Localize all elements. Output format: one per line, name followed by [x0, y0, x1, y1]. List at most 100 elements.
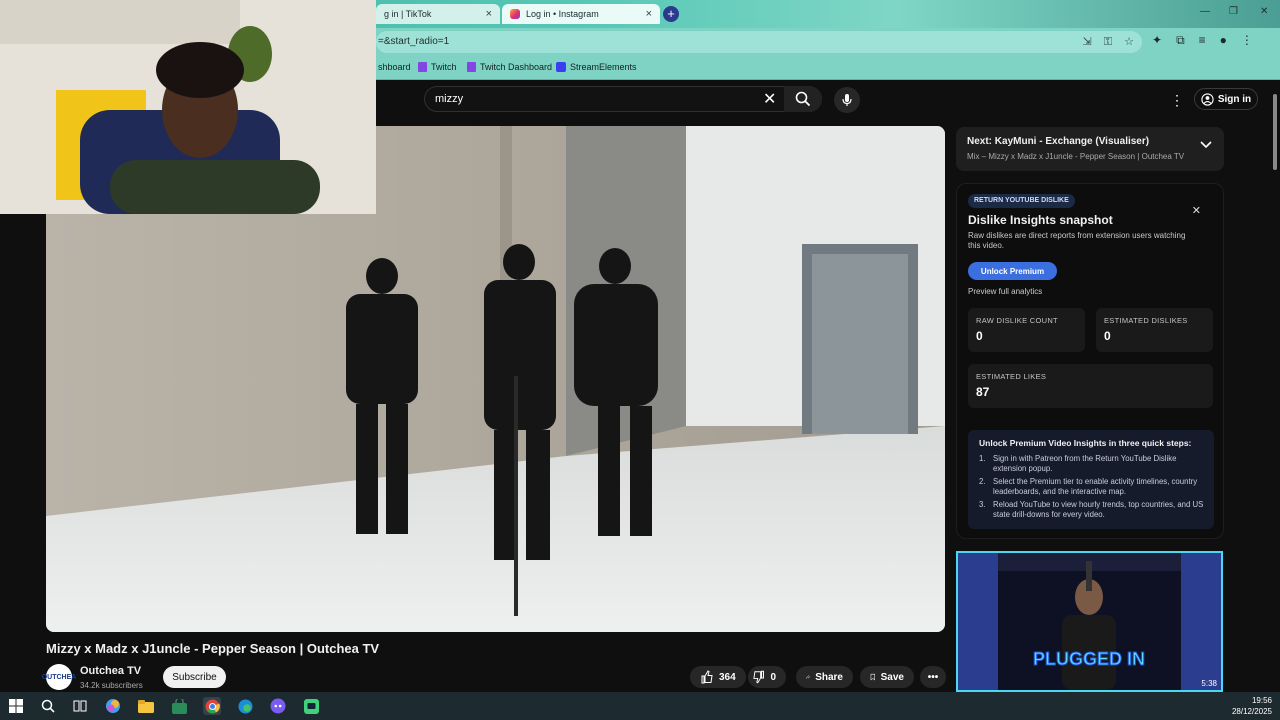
close-icon[interactable]: ×	[486, 8, 492, 20]
save-button[interactable]: Save	[860, 666, 914, 688]
step-text: Sign in with Patreon from the Return You…	[993, 454, 1177, 473]
password-key-icon[interactable]: ⚿	[1104, 31, 1112, 53]
video-duration: 5:38	[1201, 679, 1217, 688]
unlock-premium-button[interactable]: Unlock Premium	[968, 262, 1057, 280]
file-explorer-icon[interactable]	[137, 697, 155, 715]
scrollbar-thumb[interactable]	[1273, 94, 1277, 170]
more-horizontal-icon: •••	[927, 671, 939, 683]
step-text: Select the Premium tier to enable activi…	[993, 477, 1198, 496]
url-field[interactable]: =&start_radio=1 ⇲ ⚿ ☆	[376, 31, 1142, 53]
close-icon[interactable]: ×	[646, 8, 652, 20]
account-icon	[1201, 92, 1214, 106]
panel-description: Raw dislikes are direct reports from ext…	[968, 231, 1186, 250]
steps-list: 1. Sign in with Patreon from the Return Y…	[979, 454, 1205, 523]
like-count: 364	[719, 671, 736, 683]
minimize-icon[interactable]: —	[1200, 6, 1210, 17]
list-item: 1. Sign in with Patreon from the Return Y…	[979, 454, 1177, 473]
tab-label: g in | TikTok	[384, 9, 432, 19]
webcam-overlay	[0, 0, 376, 214]
extension-sparkle-icon[interactable]: ✦	[1152, 33, 1162, 48]
thumbs-down-icon	[753, 670, 764, 684]
sign-in-button[interactable]: Sign in	[1194, 88, 1258, 110]
channel-subscribers: 34.2k subscribers	[80, 681, 143, 690]
task-view-icon[interactable]	[71, 697, 89, 715]
steps-title: Unlock Premium Video Insights in three q…	[979, 438, 1192, 448]
search-icon	[795, 91, 811, 107]
install-icon[interactable]: ⇲	[1083, 31, 1092, 53]
bookmark-dashboard[interactable]: shboard	[378, 62, 411, 72]
thumbs-up-icon	[701, 670, 713, 684]
stat-estimated-dislikes: ESTIMATED DISLIKES 0	[1096, 308, 1213, 352]
dislike-count: 0	[770, 671, 776, 683]
media-queue-icon[interactable]: ≡	[1199, 33, 1206, 48]
search-input[interactable]: mizzy ✕	[424, 86, 822, 112]
share-icon	[806, 675, 811, 679]
bookmark-twitch-dashboard[interactable]: Twitch Dashboard	[467, 62, 552, 72]
twitch-icon	[418, 62, 427, 72]
list-item: 2. Select the Premium tier to enable acti…	[979, 477, 1198, 496]
screen: g in | TikTok × Log in • Instagram × + —…	[0, 0, 1280, 720]
dislike-button[interactable]: 0	[748, 666, 786, 688]
channel-name[interactable]: Outchea TV	[80, 665, 141, 677]
close-window-icon[interactable]: ✕	[1260, 6, 1268, 17]
bookmark-twitch[interactable]: Twitch	[418, 62, 457, 72]
bookmark-label: Twitch Dashboard	[480, 62, 553, 72]
streamer-webcam-image	[0, 0, 376, 214]
stat-value: 0	[976, 329, 983, 343]
page-scrollbar[interactable]	[1270, 80, 1280, 692]
premium-steps-box: Unlock Premium Video Insights in three q…	[968, 430, 1214, 529]
stat-value: 87	[976, 385, 990, 399]
voice-search-button[interactable]	[834, 87, 860, 113]
profile-icon[interactable]: ●	[1220, 33, 1227, 48]
stat-estimated-likes: ESTIMATED LIKES 87	[968, 364, 1213, 408]
channel-avatar[interactable]: OUTCHEA	[42, 664, 76, 690]
clock-date: 28/12/2025	[1231, 707, 1272, 716]
chrome-icon[interactable]	[203, 697, 221, 715]
new-tab-button[interactable]: +	[663, 6, 679, 22]
browser-menu-icon[interactable]: ⋮	[1241, 33, 1253, 48]
bookmark-label: Twitch	[431, 62, 457, 72]
twitch-icon	[467, 62, 476, 72]
edge-icon[interactable]	[236, 697, 254, 715]
store-icon[interactable]	[170, 697, 188, 715]
stat-label: ESTIMATED LIKES	[976, 372, 1047, 381]
step-text: Reload YouTube to view hourly trends, to…	[993, 500, 1204, 519]
windows-start-icon[interactable]	[7, 697, 25, 715]
bookmark-star-icon[interactable]: ☆	[1124, 31, 1134, 53]
tab-tiktok[interactable]: g in | TikTok ×	[376, 4, 500, 24]
copilot-icon[interactable]	[104, 697, 122, 715]
bookmark-streamelements[interactable]: StreamElements	[556, 62, 637, 72]
preview-analytics-link[interactable]: Preview full analytics	[968, 287, 1042, 296]
tab-instagram[interactable]: Log in • Instagram ×	[502, 4, 660, 24]
thumbnail-overlay-text: PLUGGED IN	[1033, 649, 1145, 669]
search-value: mizzy	[435, 93, 464, 105]
avatar-text: OUTCHEA	[41, 673, 77, 681]
next-title: Next: KayMuni - Exchange (Visualiser)	[967, 136, 1150, 147]
clear-search-icon[interactable]: ✕	[763, 89, 776, 109]
system-clock[interactable]: 19:56 28/12/2025	[1232, 695, 1272, 717]
discord-app-icon[interactable]	[269, 697, 287, 715]
search-button[interactable]	[784, 86, 822, 112]
more-actions-button[interactable]: •••	[920, 666, 946, 688]
close-icon[interactable]: ✕	[1192, 204, 1201, 217]
ryd-insights-panel: RETURN YOUTUBE DISLIKE ✕ Dislike Insight…	[956, 183, 1224, 539]
chevron-down-icon[interactable]	[1200, 141, 1212, 149]
share-button[interactable]: Share	[796, 666, 853, 688]
share-label: Share	[815, 671, 843, 683]
maximize-icon[interactable]: ❐	[1229, 6, 1238, 17]
taskbar-search-icon[interactable]	[39, 697, 57, 715]
video-title: Mizzy x Madz x J1uncle - Pepper Season |…	[46, 641, 380, 656]
url-text: =&start_radio=1	[378, 36, 450, 47]
extensions-puzzle-icon[interactable]: ⧉	[1176, 33, 1185, 48]
panel-title: Dislike Insights snapshot	[968, 213, 1113, 227]
recommended-video-thumbnail[interactable]: PLUGGED IN 5:38	[956, 551, 1223, 692]
instagram-icon	[510, 9, 520, 19]
sign-in-label: Sign in	[1217, 93, 1252, 105]
obs-chat-app-icon[interactable]	[302, 697, 320, 715]
list-item: 3. Reload YouTube to view hourly trends, …	[979, 500, 1204, 519]
settings-kebab-icon[interactable]: ⋮	[1170, 92, 1184, 109]
autoplay-next-card[interactable]: Next: KayMuni - Exchange (Visualiser) Mi…	[956, 127, 1224, 171]
stat-label: RAW DISLIKE COUNT	[976, 316, 1058, 325]
subscribe-button[interactable]: Subscribe	[163, 666, 226, 688]
like-button[interactable]: 364	[690, 666, 746, 688]
